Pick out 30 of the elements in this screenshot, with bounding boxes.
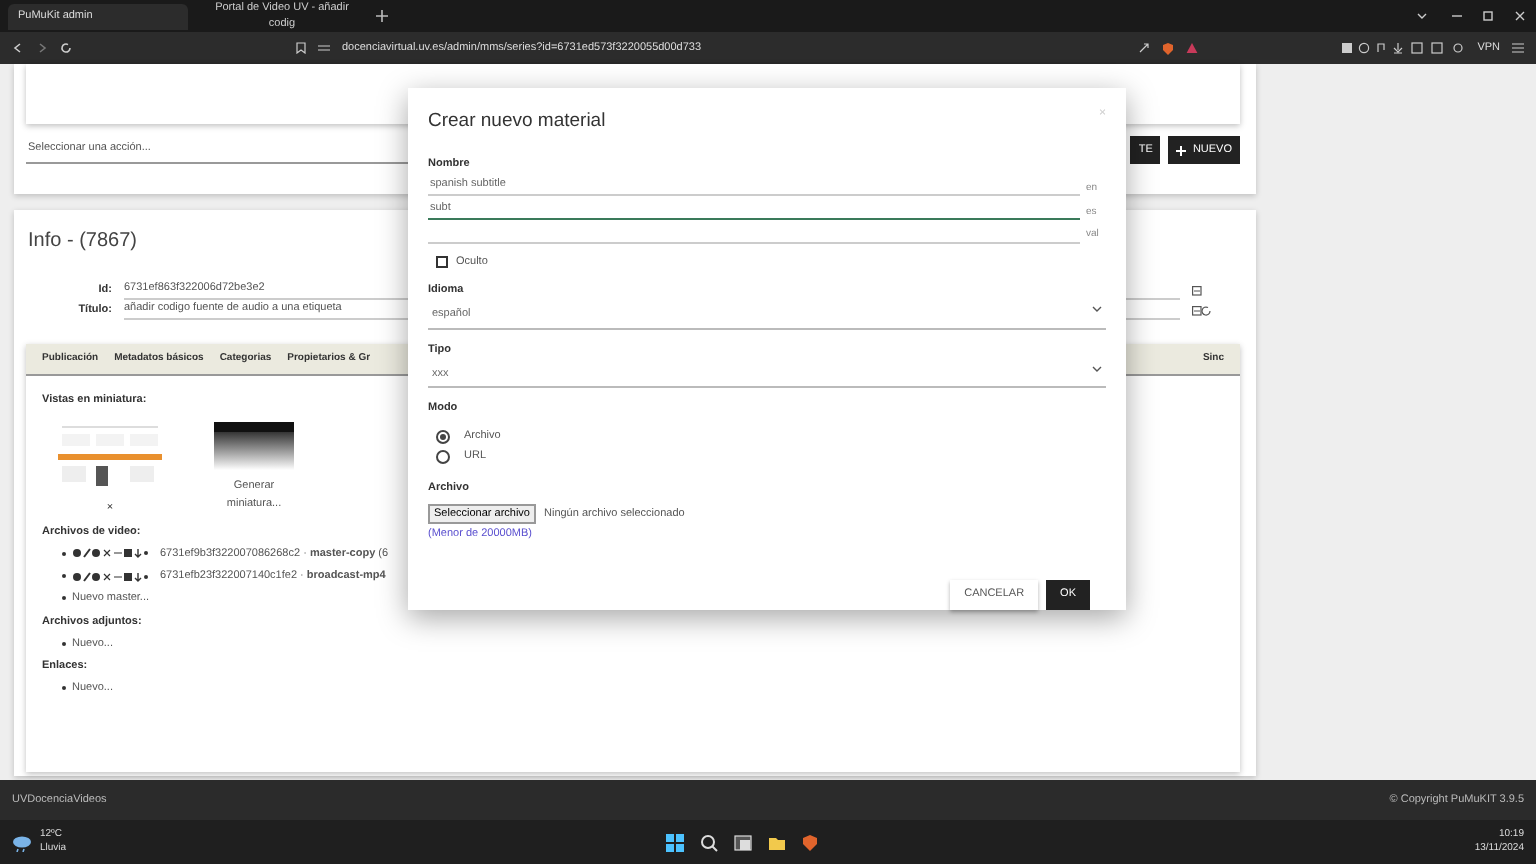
- back-icon[interactable]: [12, 42, 24, 54]
- triangle-icon[interactable]: [1185, 42, 1198, 54]
- reload-icon[interactable]: [60, 42, 72, 54]
- section-title: Info - (7867): [28, 228, 137, 256]
- menu-icon[interactable]: [1512, 42, 1524, 54]
- checkbox[interactable]: [436, 256, 448, 269]
- radio-button[interactable]: [436, 449, 450, 464]
- dialog-title: Crear nuevo material: [428, 108, 606, 136]
- forward-icon[interactable]: [36, 42, 48, 54]
- plus-icon: [1176, 145, 1187, 155]
- search-icon[interactable]: [700, 833, 719, 851]
- shield-icon[interactable]: [1161, 41, 1174, 55]
- file-actions-drawing[interactable]: [72, 548, 148, 559]
- folder-icon[interactable]: [768, 833, 787, 851]
- chevron-down-icon: [1092, 365, 1102, 372]
- share-icon[interactable]: [1137, 42, 1150, 54]
- weather-icon[interactable]: [12, 833, 32, 851]
- bookmark-icon[interactable]: [296, 42, 306, 54]
- site-settings-icon[interactable]: [318, 42, 330, 54]
- chevron-down-icon: [1092, 306, 1102, 313]
- toolbar-icons-drawing[interactable]: [1341, 42, 1466, 54]
- shield-icon[interactable]: [802, 833, 819, 851]
- windows-icon[interactable]: [666, 833, 685, 851]
- radio-button[interactable]: [436, 429, 450, 444]
- window-icon[interactable]: [734, 833, 753, 851]
- edit-icon[interactable]: [1192, 285, 1202, 295]
- edit-refresh-icon[interactable]: [1192, 305, 1212, 315]
- file-actions-drawing[interactable]: [72, 571, 148, 582]
- window-controls-drawing[interactable]: [1416, 10, 1528, 22]
- new-tab-icon[interactable]: [376, 10, 388, 22]
